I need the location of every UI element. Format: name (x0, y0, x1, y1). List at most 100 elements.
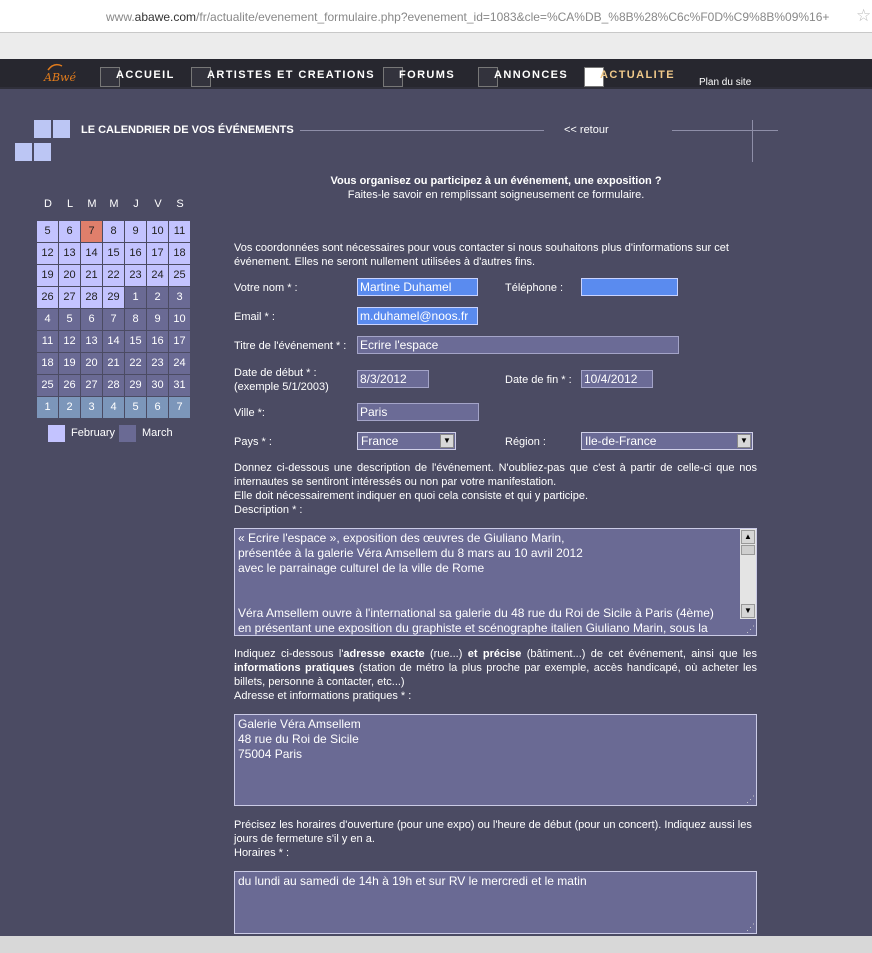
calendar-day[interactable]: 7 (103, 309, 124, 330)
resize-grip-icon[interactable]: ⋰ (746, 923, 755, 932)
calendar-day[interactable]: 23 (147, 353, 168, 374)
scroll-down-icon[interactable]: ▼ (741, 604, 755, 618)
calendar-day[interactable]: 10 (169, 309, 190, 330)
calendar-day[interactable]: 2 (59, 397, 80, 418)
calendar-day[interactable]: 21 (103, 353, 124, 374)
calendar-day[interactable]: 22 (125, 353, 146, 374)
calendar-day[interactable]: 7 (81, 221, 102, 242)
description-scrollbar[interactable]: ▲ ▼ (740, 529, 756, 619)
date-debut-example: (exemple 5/1/2003) (234, 381, 329, 393)
calendar-day[interactable]: 9 (125, 221, 146, 242)
description-textarea[interactable]: « Ecrire l'espace », exposition des œuvr… (234, 528, 757, 636)
telephone-input[interactable] (581, 278, 678, 296)
calendar-day[interactable]: 24 (147, 265, 168, 286)
resize-grip-icon[interactable]: ⋰ (746, 625, 755, 634)
calendar-day[interactable]: 26 (37, 287, 58, 308)
browser-address-bar[interactable]: www.abawe.com/fr/actualite/evenement_for… (0, 0, 872, 33)
calendar-day[interactable]: 3 (169, 287, 190, 308)
scroll-up-icon[interactable]: ▲ (741, 530, 755, 544)
calendar-day[interactable]: 28 (81, 287, 102, 308)
calendar-day[interactable]: 13 (59, 243, 80, 264)
calendar-day[interactable]: 29 (125, 375, 146, 396)
calendar-day[interactable]: 8 (125, 309, 146, 330)
nom-label: Votre nom * : (234, 282, 298, 294)
calendar-day[interactable]: 11 (169, 221, 190, 242)
region-select[interactable]: Ile-de-France ▼ (581, 432, 753, 450)
calendar-day[interactable]: 18 (169, 243, 190, 264)
calendar-day[interactable]: 20 (81, 353, 102, 374)
calendar-day[interactable]: 22 (103, 265, 124, 286)
calendar-day[interactable]: 24 (169, 353, 190, 374)
calendar-day[interactable]: 25 (37, 375, 58, 396)
calendar-day[interactable]: 16 (125, 243, 146, 264)
legend-swatch (119, 425, 136, 442)
calendar-day[interactable]: 29 (103, 287, 124, 308)
calendar-day[interactable]: 10 (147, 221, 168, 242)
address-line: 48 rue du Roi de Sicile (238, 732, 359, 746)
calendar-day[interactable]: 4 (37, 309, 58, 330)
calendar-day[interactable]: 23 (125, 265, 146, 286)
calendar-day[interactable]: 15 (125, 331, 146, 352)
calendar-day[interactable]: 3 (81, 397, 102, 418)
calendar-day[interactable]: 6 (59, 221, 80, 242)
dropdown-arrow-icon[interactable]: ▼ (440, 434, 454, 448)
calendar-day[interactable]: 30 (147, 375, 168, 396)
description-line (238, 591, 753, 606)
date-fin-input[interactable]: 10/4/2012 (581, 370, 653, 388)
calendar-day[interactable]: 27 (59, 287, 80, 308)
bookmark-star-icon[interactable]: ☆ (856, 6, 871, 26)
calendar-day[interactable]: 1 (125, 287, 146, 308)
calendar-day[interactable]: 28 (103, 375, 124, 396)
address-textarea[interactable]: Galerie Véra Amsellem 48 rue du Roi de S… (234, 714, 757, 806)
calendar-day[interactable]: 19 (59, 353, 80, 374)
calendar-day[interactable]: 12 (59, 331, 80, 352)
telephone-label: Téléphone : (505, 282, 564, 294)
calendar-day[interactable]: 19 (37, 265, 58, 286)
calendar-day[interactable]: 18 (37, 353, 58, 374)
hours-label: Horaires * : (234, 847, 290, 859)
calendar-day[interactable]: 21 (81, 265, 102, 286)
nom-input[interactable]: Martine Duhamel (357, 278, 478, 296)
calendar-day[interactable]: 6 (81, 309, 102, 330)
calendar-day[interactable]: 5 (125, 397, 146, 418)
calendar-day[interactable]: 25 (169, 265, 190, 286)
calendar-day[interactable]: 2 (147, 287, 168, 308)
scroll-thumb[interactable] (741, 545, 755, 555)
calendar-day[interactable]: 7 (169, 397, 190, 418)
email-label: Email * : (234, 311, 275, 323)
calendar-day[interactable]: 31 (169, 375, 190, 396)
calendar-day[interactable]: 1 (37, 397, 58, 418)
pays-select[interactable]: France ▼ (357, 432, 456, 450)
retour-link[interactable]: << retour (564, 124, 609, 136)
url-text[interactable]: www.abawe.com/fr/actualite/evenement_for… (106, 10, 829, 24)
plan-du-site-link[interactable]: Plan du site (699, 77, 751, 88)
calendar-day[interactable]: 14 (103, 331, 124, 352)
calendar-day[interactable]: 15 (103, 243, 124, 264)
calendar-day[interactable]: 20 (59, 265, 80, 286)
ville-input[interactable]: Paris (357, 403, 479, 421)
hours-textarea[interactable]: du lundi au samedi de 14h à 19h et sur R… (234, 871, 757, 934)
email-input[interactable]: m.duhamel@noos.fr (357, 307, 478, 325)
calendar-day[interactable]: 17 (169, 331, 190, 352)
calendar-day[interactable]: 12 (37, 243, 58, 264)
calendar-day[interactable]: 14 (81, 243, 102, 264)
date-debut-input[interactable]: 8/3/2012 (357, 370, 429, 388)
calendar-day[interactable]: 27 (81, 375, 102, 396)
calendar-day[interactable]: 6 (147, 397, 168, 418)
calendar-day[interactable]: 11 (37, 331, 58, 352)
calendar-day[interactable]: 9 (147, 309, 168, 330)
calendar-day[interactable]: 8 (103, 221, 124, 242)
calendar-day[interactable]: 17 (147, 243, 168, 264)
nav-forums-label: Forums (399, 69, 456, 81)
resize-grip-icon[interactable]: ⋰ (746, 795, 755, 804)
calendar-day[interactable]: 4 (103, 397, 124, 418)
titre-input[interactable]: Ecrire l'espace (357, 336, 679, 354)
url-path: /fr/actualite/evenement_formulaire.php?e… (196, 10, 830, 24)
calendar-day[interactable]: 16 (147, 331, 168, 352)
calendar-day[interactable]: 26 (59, 375, 80, 396)
dropdown-arrow-icon[interactable]: ▼ (737, 434, 751, 448)
calendar-day[interactable]: 5 (37, 221, 58, 242)
calendar-day[interactable]: 13 (81, 331, 102, 352)
calendar-day[interactable]: 5 (59, 309, 80, 330)
site-logo[interactable]: ABwé (42, 62, 82, 84)
